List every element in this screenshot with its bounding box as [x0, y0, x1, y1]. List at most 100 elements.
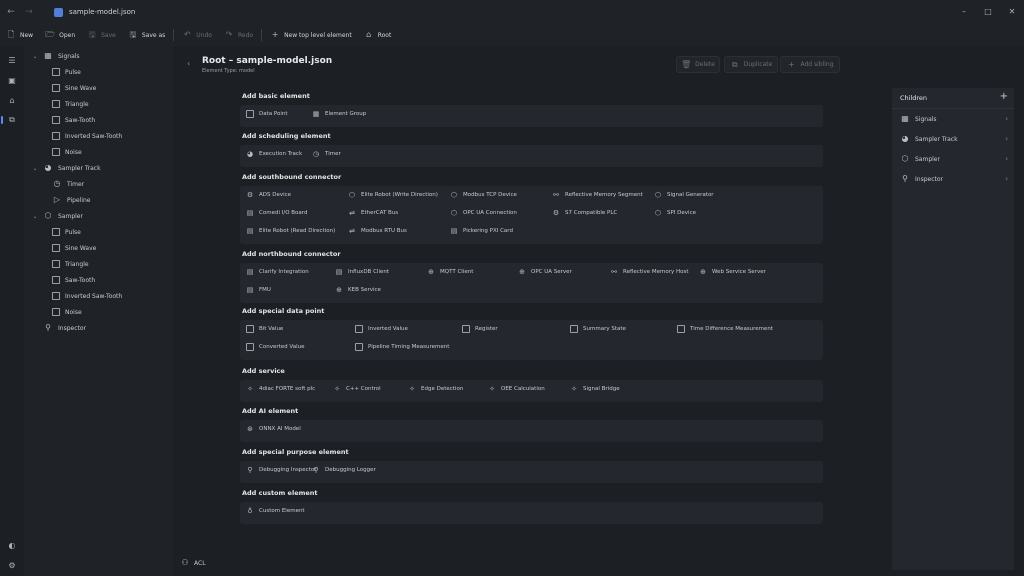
checkbox-icon: [52, 308, 60, 316]
back-arrow-icon[interactable]: ←: [4, 7, 18, 17]
add-element-group-item[interactable]: ▦ Element Group: [312, 107, 367, 121]
chevron-down-icon[interactable]: ⌄: [32, 165, 38, 172]
item-label: Edge Detection: [421, 386, 464, 392]
add-pipeline-timing-measurement-item[interactable]: Pipeline Timing Measurement: [355, 340, 449, 354]
add-sibling-button[interactable]: + Add sibling: [780, 56, 840, 73]
tree-item-inverted-saw-tooth[interactable]: Inverted Saw-Tooth: [52, 129, 122, 143]
redo-button[interactable]: ↷ Redo: [218, 24, 259, 46]
add-fmu-item[interactable]: ▤ FMU: [246, 283, 271, 297]
add-summary-state-item[interactable]: Summary State: [570, 322, 626, 336]
add-ethercat-bus-item[interactable]: ⇌ EtherCAT Bus: [348, 206, 398, 220]
tree-item-inspector[interactable]: ⚲ Inspector: [32, 321, 86, 335]
settings-icon[interactable]: ⚙: [6, 559, 18, 571]
add-signal-generator-item[interactable]: ⬡ Signal Generator: [654, 188, 714, 202]
add-onnx-ai-model-item[interactable]: ⊛ ONNX AI Model: [246, 422, 301, 436]
tree-item-sine-wave[interactable]: Sine Wave: [52, 81, 96, 95]
add-time-difference-measurement-item[interactable]: Time Difference Measurement: [677, 322, 773, 336]
child-sampler[interactable]: ⬡ Sampler ›: [892, 150, 1014, 168]
add-custom-element-item[interactable]: ♁ Custom Element: [246, 504, 304, 518]
tree-item-pulse[interactable]: Pulse: [52, 65, 81, 79]
item-label: Execution Track: [259, 151, 303, 157]
duplicate-button[interactable]: ⧉ Duplicate: [724, 56, 778, 73]
add-register-item[interactable]: Register: [462, 322, 498, 336]
add-child-icon[interactable]: +: [1000, 91, 1008, 102]
add-comedi-i-o-board-item[interactable]: ▤ Comedi I/O Board: [246, 206, 308, 220]
group-icon: ▦: [312, 109, 320, 118]
add-signal-bridge-item[interactable]: ✧ Signal Bridge: [570, 382, 620, 396]
save-button[interactable]: 🖫 Save: [81, 24, 122, 46]
root-button[interactable]: ⌂ Root: [358, 24, 398, 46]
tree-item-noise[interactable]: Noise: [52, 305, 82, 319]
info-icon[interactable]: ◐: [6, 539, 18, 551]
add-inverted-value-item[interactable]: Inverted Value: [355, 322, 408, 336]
add-debugging-logger-item[interactable]: ⚲ Debugging Logger: [312, 463, 375, 477]
new-top-level-element-button[interactable]: + New top level element: [264, 24, 358, 46]
menu-icon[interactable]: ☰: [6, 54, 18, 66]
chevron-down-icon[interactable]: ⌄: [32, 53, 38, 60]
tree-item-saw-tooth[interactable]: Saw-Tooth: [52, 273, 95, 287]
add-oee-calculation-item[interactable]: ✧ OEE Calculation: [488, 382, 545, 396]
child-inspector[interactable]: ⚲ Inspector ›: [892, 170, 1014, 188]
tree-item-sampler-track[interactable]: ⌄ ◕ Sampler Track: [32, 161, 100, 175]
add-debugging-inspector-item[interactable]: ⚲ Debugging Inspector: [246, 463, 316, 477]
open-button[interactable]: 🗁 Open: [39, 24, 81, 46]
chevron-down-icon[interactable]: ⌄: [32, 213, 38, 220]
close-icon[interactable]: ✕: [1000, 0, 1024, 24]
item-label: KEB Service: [348, 287, 381, 293]
tree-item-timer[interactable]: ◷ Timer: [52, 177, 85, 191]
tree-item-noise[interactable]: Noise: [52, 145, 82, 159]
child-signals[interactable]: ▦ Signals ›: [892, 110, 1014, 128]
model-editor-icon[interactable]: ⧉: [1, 114, 18, 126]
board-icon: ▤: [246, 267, 254, 276]
tree-item-pipeline[interactable]: ▷ Pipeline: [52, 193, 91, 207]
add-edge-detection-item[interactable]: ✧ Edge Detection: [408, 382, 463, 396]
acl-button[interactable]: ⚇ ACL: [180, 558, 205, 568]
delete-button[interactable]: 🗑 Delete: [676, 56, 720, 73]
tree-item-sine-wave[interactable]: Sine Wave: [52, 241, 96, 255]
forward-arrow-icon[interactable]: →: [22, 7, 36, 17]
add-elite-robot-read-direction-item[interactable]: ▤ Elite Robot (Read Direction): [246, 224, 336, 238]
new-button[interactable]: 🗋 New: [0, 24, 39, 46]
add-pickering-pxi-card-item[interactable]: ▤ Pickering PXI Card: [450, 224, 513, 238]
child-sampler-track[interactable]: ◕ Sampler Track ›: [892, 130, 1014, 148]
undo-button[interactable]: ↶ Undo: [176, 24, 218, 46]
add-modbus-tcp-device-item[interactable]: ⬡ Modbus TCP Device: [450, 188, 517, 202]
add-elite-robot-write-direction-item[interactable]: ⬡ Elite Robot (Write Direction): [348, 188, 438, 202]
save-as-button[interactable]: 🖫 Save as: [122, 24, 171, 46]
add-execution-track-item[interactable]: ◕ Execution Track: [246, 147, 302, 161]
tree-item-triangle[interactable]: Triangle: [52, 257, 89, 271]
monitor-icon[interactable]: ▣: [6, 74, 18, 86]
add-influxdb-client-item[interactable]: ▤ InfluxDB Client: [335, 265, 389, 279]
add-4diac-forte-soft-plc-item[interactable]: ✧ 4diac FORTE soft plc: [246, 382, 315, 396]
home-icon[interactable]: ⌂: [6, 94, 18, 106]
minimize-icon[interactable]: –: [952, 0, 976, 24]
add-data-point-item[interactable]: Data Point: [246, 107, 288, 121]
maximize-icon[interactable]: □: [976, 0, 1000, 24]
add-reflective-memory-segment-item[interactable]: ⚯ Reflective Memory Segment: [552, 188, 643, 202]
tree-item-signals[interactable]: ⌄ ▦ Signals: [32, 49, 79, 63]
tree-item-sampler[interactable]: ⌄ ⬡ Sampler: [32, 209, 82, 223]
tree-item-pulse[interactable]: Pulse: [52, 225, 81, 239]
add-opc-ua-connection-item[interactable]: ⬡ OPC UA Connection: [450, 206, 517, 220]
add-clarify-integration-item[interactable]: ▤ Clarify Integration: [246, 265, 309, 279]
tree-item-label: Pulse: [65, 68, 81, 76]
add-modbus-rtu-bus-item[interactable]: ⇌ Modbus RTU Bus: [348, 224, 407, 238]
add-bit-value-item[interactable]: Bit Value: [246, 322, 283, 336]
add-s7-compatible-plc-item[interactable]: ⚙ S7 Compatible PLC: [552, 206, 617, 220]
add-opc-ua-server-item[interactable]: ⊕ OPC UA Server: [518, 265, 572, 279]
tree-item-triangle[interactable]: Triangle: [52, 97, 89, 111]
add-reflective-memory-host-item[interactable]: ⚯ Reflective Memory Host: [610, 265, 688, 279]
tree-item-saw-tooth[interactable]: Saw-Tooth: [52, 113, 95, 127]
add-timer-item[interactable]: ◷ Timer: [312, 147, 341, 161]
add-ads-device-item[interactable]: ⚙ ADS Device: [246, 188, 291, 202]
tree-item-inverted-saw-tooth[interactable]: Inverted Saw-Tooth: [52, 289, 122, 303]
bulb-icon: ♁: [247, 506, 253, 515]
add-c-control-item[interactable]: ✧ C++ Control: [333, 382, 381, 396]
add-converted-value-item[interactable]: Converted Value: [246, 340, 304, 354]
wand-icon: ✧: [334, 384, 340, 393]
add-spi-device-item[interactable]: ⬡ SPI Device: [654, 206, 696, 220]
add-keb-service-item[interactable]: ⊕ KEB Service: [335, 283, 381, 297]
add-mqtt-client-item[interactable]: ⊕ MQTT Client: [427, 265, 473, 279]
add-web-service-server-item[interactable]: ⊕ Web Service Server: [699, 265, 766, 279]
back-chevron-icon[interactable]: ‹: [187, 59, 190, 68]
